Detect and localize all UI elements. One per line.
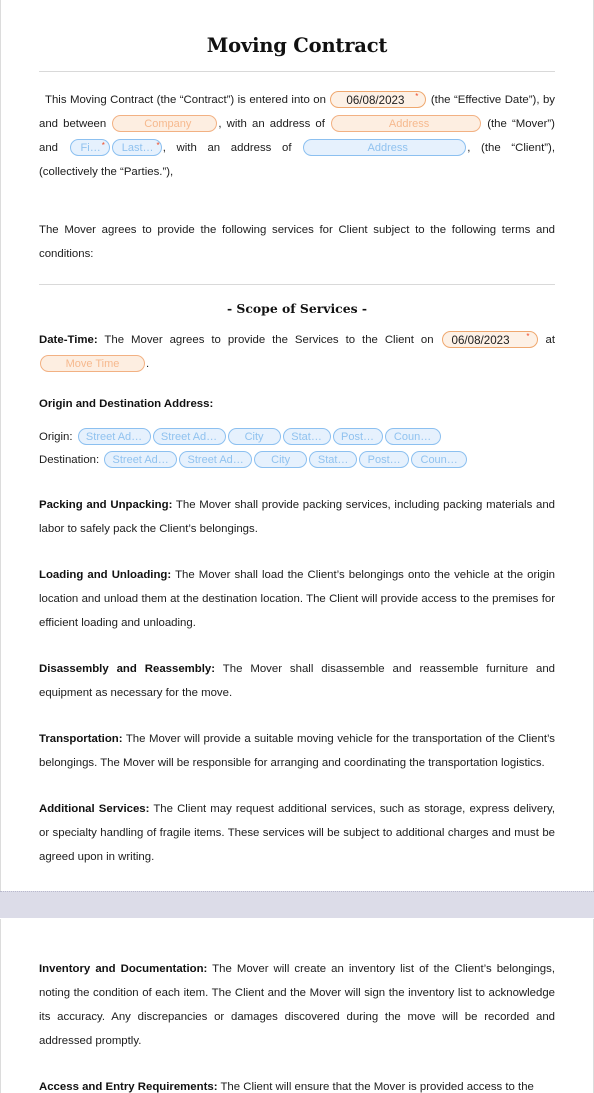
origin-address-row: Origin: Street Ad… Street Ad… City Stat… Post…	[39, 426, 555, 448]
intro-text-5: , with an address of	[162, 142, 292, 154]
clause-additional-services-label: Additional Services:	[39, 803, 150, 815]
destination-street-2-placeholder: Street Ad…	[187, 454, 244, 467]
required-marker: *	[526, 332, 530, 342]
effective-date-value: 06/08/2023	[346, 94, 405, 108]
origin-street-1-placeholder: Street Ad…	[85, 431, 143, 444]
mover-address-placeholder: Address	[388, 118, 430, 131]
origin-city-field[interactable]: City	[227, 428, 281, 446]
clause-inventory-label: Inventory and Documentation:	[39, 963, 208, 975]
client-first-name-field[interactable]: Fi…*	[69, 139, 110, 157]
move-time-placeholder: Move Time	[65, 358, 120, 371]
origin-street-2-field[interactable]: Street Ad…	[152, 428, 226, 446]
document-page-1: Moving Contract This Moving Contract (th…	[0, 0, 594, 891]
destination-city-placeholder: City	[271, 454, 291, 467]
intro-paragraph: This Moving Contract (the “Contract”) is…	[39, 88, 555, 184]
destination-address-row: Destination: Street Ad… Street Ad… City Stat…	[39, 449, 555, 471]
client-last-name-placeholder: Last…	[121, 142, 154, 155]
destination-street-1-placeholder: Street Ad…	[112, 454, 169, 467]
document-viewport: Moving Contract This Moving Contract (th…	[0, 0, 594, 1093]
destination-street-2-field[interactable]: Street Ad…	[179, 451, 253, 469]
move-date-value: 06/08/2023	[451, 334, 510, 348]
page-title: Moving Contract	[206, 34, 388, 57]
destination-city-field[interactable]: City	[254, 451, 308, 469]
title-divider	[39, 71, 555, 72]
destination-postal-placeholder: Post…	[367, 454, 401, 467]
clause-inventory: Inventory and Documentation: The Mover w…	[39, 957, 555, 1053]
move-time-field[interactable]: Move Time	[40, 355, 145, 373]
required-marker: *	[415, 92, 419, 102]
origin-label: Origin:	[39, 431, 73, 443]
client-first-name-placeholder: Fi…	[80, 142, 101, 155]
clause-transportation-label: Transportation:	[39, 733, 123, 745]
destination-state-placeholder: Stat…	[317, 454, 349, 467]
origin-state-placeholder: Stat…	[291, 431, 322, 444]
clause-loading: Loading and Unloading: The Mover shall l…	[39, 563, 555, 635]
client-last-name-field[interactable]: Last… *	[111, 139, 162, 157]
date-time-label: Date-Time:	[39, 334, 98, 346]
clause-loading-label: Loading and Unloading:	[39, 569, 172, 581]
clause-transportation: Transportation: The Mover will provide a…	[39, 727, 555, 775]
destination-street-1-field[interactable]: Street Ad…	[104, 451, 178, 469]
client-address-field[interactable]: Address	[303, 139, 467, 157]
document-page-2: Inventory and Documentation: The Mover w…	[0, 919, 594, 1093]
clause-disassembly: Disassembly and Reassembly: The Mover sh…	[39, 657, 555, 705]
clause-additional-services: Additional Services: The Client may requ…	[39, 797, 555, 869]
clause-disassembly-label: Disassembly and Reassembly:	[39, 663, 216, 675]
origin-destination-heading: Origin and Destination Address:	[39, 398, 214, 410]
company-field[interactable]: Company	[112, 115, 218, 133]
scope-of-services-heading: - Scope of Services -	[226, 301, 368, 316]
destination-postal-field[interactable]: Post…	[359, 451, 410, 469]
clause-access-entry-label: Access and Entry Requirements:	[39, 1081, 218, 1093]
required-marker: *	[156, 141, 160, 151]
intro-text-3: , with an address of	[218, 118, 325, 130]
required-marker: *	[101, 141, 105, 151]
company-placeholder: Company	[144, 118, 192, 131]
date-time-text-3: .	[146, 358, 150, 370]
destination-state-field[interactable]: Stat…	[309, 451, 358, 469]
origin-street-1-field[interactable]: Street Ad…	[77, 428, 151, 446]
date-time-paragraph: Date-Time: The Mover agrees to provide t…	[39, 328, 555, 376]
preamble-paragraph: The Mover agrees to provide the followin…	[39, 224, 555, 260]
origin-country-field[interactable]: Coun…	[384, 428, 441, 446]
origin-postal-placeholder: Post…	[341, 431, 375, 444]
clause-inventory-body: The Mover will create an inventory list …	[39, 963, 555, 1047]
intro-text-1: This Moving Contract (the “Contract”) is…	[45, 94, 326, 106]
client-address-placeholder: Address	[367, 142, 408, 155]
move-date-field[interactable]: 06/08/2023 *	[441, 331, 538, 349]
effective-date-field[interactable]: 06/08/2023 *	[330, 91, 427, 109]
date-time-text-2: at	[545, 334, 556, 346]
preamble-divider	[39, 284, 555, 285]
origin-city-placeholder: City	[244, 431, 264, 444]
page-break-separator	[0, 891, 594, 919]
clause-access-entry-body: The Client will ensure that the Mover is…	[217, 1081, 534, 1093]
origin-postal-field[interactable]: Post…	[332, 428, 383, 446]
destination-label: Destination:	[39, 454, 100, 466]
origin-street-2-placeholder: Street Ad…	[160, 431, 218, 444]
clause-packing-label: Packing and Unpacking:	[39, 499, 173, 511]
date-time-text-1: The Mover agrees to provide the Services…	[104, 334, 434, 346]
origin-state-field[interactable]: Stat…	[282, 428, 331, 446]
clause-access-entry: Access and Entry Requirements: The Clien…	[39, 1075, 555, 1093]
destination-country-placeholder: Coun…	[420, 454, 458, 467]
clause-packing: Packing and Unpacking: The Mover shall p…	[39, 493, 555, 541]
destination-country-field[interactable]: Coun…	[411, 451, 468, 469]
origin-country-placeholder: Coun…	[393, 431, 432, 444]
mover-address-field[interactable]: Address	[331, 115, 482, 133]
